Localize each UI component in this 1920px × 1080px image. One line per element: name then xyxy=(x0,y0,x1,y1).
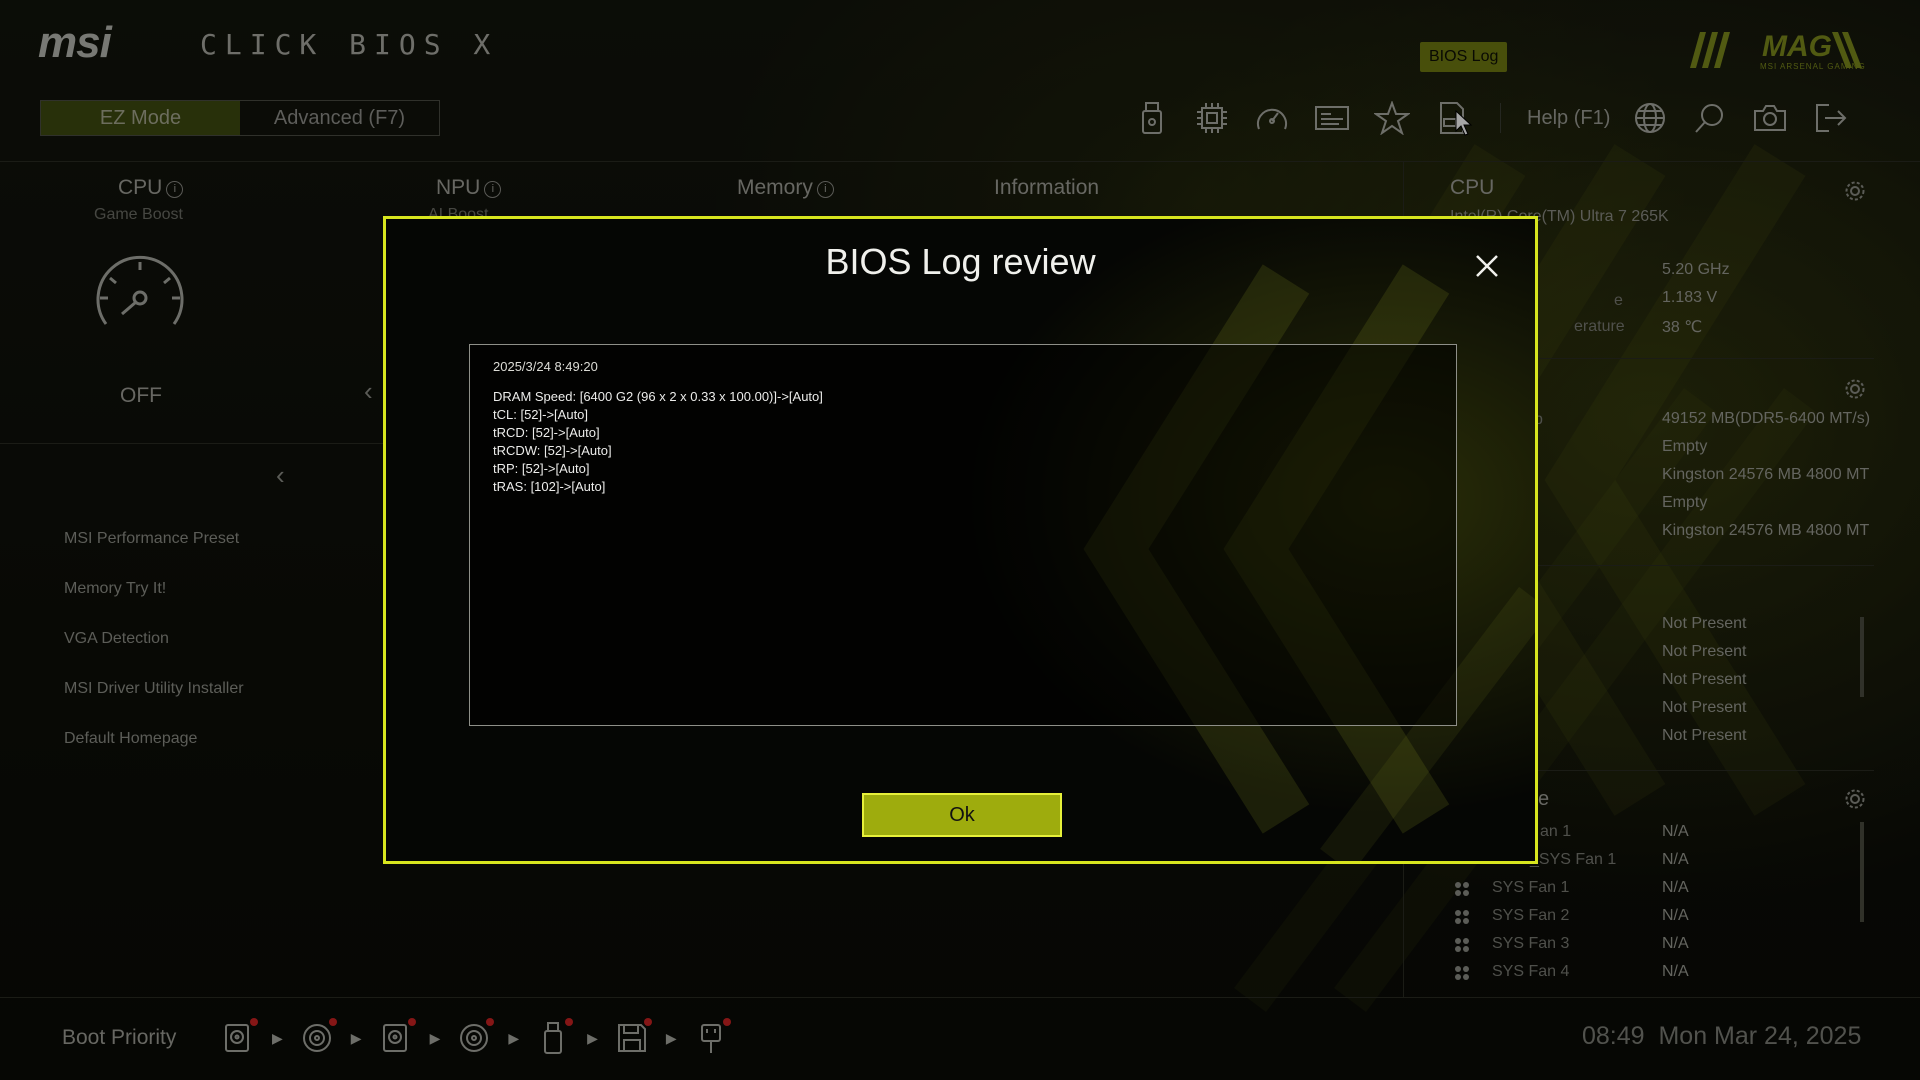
log-line: tRCDW: [52]->[Auto] xyxy=(493,443,612,458)
dialog-title: BIOS Log review xyxy=(825,241,1096,282)
ok-button[interactable]: Ok xyxy=(862,793,1062,837)
log-line: tRAS: [102]->[Auto] xyxy=(493,479,606,494)
log-content-box: 2025/3/24 8:49:20 DRAM Speed: [6400 G2 (… xyxy=(469,344,1457,726)
log-line: tRCD: [52]->[Auto] xyxy=(493,425,600,440)
log-line: tRP: [52]->[Auto] xyxy=(493,461,590,476)
log-line: tCL: [52]->[Auto] xyxy=(493,407,589,422)
bios-log-dialog: BIOS Log review 2025/3/24 8:49:20 DRAM S… xyxy=(383,216,1538,864)
log-line: DRAM Speed: [6400 G2 (96 x 2 x 0.33 x 10… xyxy=(493,389,823,404)
log-timestamp: 2025/3/24 8:49:20 xyxy=(493,359,598,374)
close-icon[interactable] xyxy=(1472,251,1502,281)
